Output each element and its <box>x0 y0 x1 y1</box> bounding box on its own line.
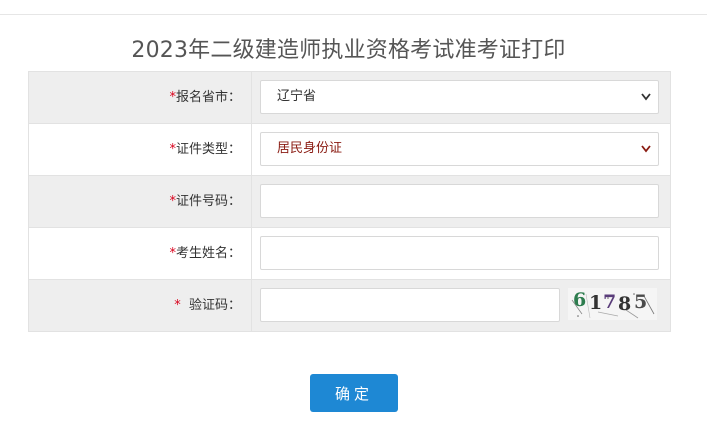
captcha-digit: 7 <box>603 291 617 313</box>
province-select-value: 辽宁省 <box>277 89 317 104</box>
form-row-id-type: *证件类型： 居民身份证 <box>29 124 670 176</box>
name-input[interactable] <box>260 236 659 270</box>
id-type-label: *证件类型： <box>29 124 252 175</box>
id-type-select[interactable]: 居民身份证 <box>260 132 659 166</box>
captcha-digit: 1 <box>589 292 603 314</box>
form-row-id-number: *证件号码： <box>29 176 670 228</box>
required-mark: * <box>174 298 181 313</box>
form-row-province: *报名省市： 辽宁省 <box>29 72 670 124</box>
captcha-digit: 5 <box>634 291 648 313</box>
confirm-button[interactable]: 确定 <box>310 374 398 412</box>
id-type-select-value: 居民身份证 <box>277 141 343 156</box>
captcha-label: * 验证码： <box>29 280 252 331</box>
captcha-input[interactable] <box>260 288 560 322</box>
admission-ticket-form: *报名省市： 辽宁省 *证件类型： 居民身份证 *证件号码： *考生姓名： * … <box>28 71 671 332</box>
form-row-name: *考生姓名： <box>29 228 670 280</box>
id-number-input[interactable] <box>260 184 659 218</box>
province-select[interactable]: 辽宁省 <box>260 80 659 114</box>
chevron-down-icon <box>640 133 652 177</box>
captcha-digit: 6 <box>573 289 587 311</box>
page-title: 2023年二级建造师执业资格考试准考证打印 <box>131 38 566 63</box>
name-label: *考生姓名： <box>29 228 252 279</box>
top-divider <box>0 14 707 15</box>
captcha-image[interactable]: 6 1 7 8 5 <box>568 288 657 320</box>
captcha-digit: 8 <box>618 293 632 315</box>
form-row-captcha: * 验证码： 6 1 7 8 5 <box>29 280 670 332</box>
province-label: *报名省市： <box>29 72 252 123</box>
id-number-label: *证件号码： <box>29 176 252 227</box>
chevron-down-icon <box>640 81 652 125</box>
